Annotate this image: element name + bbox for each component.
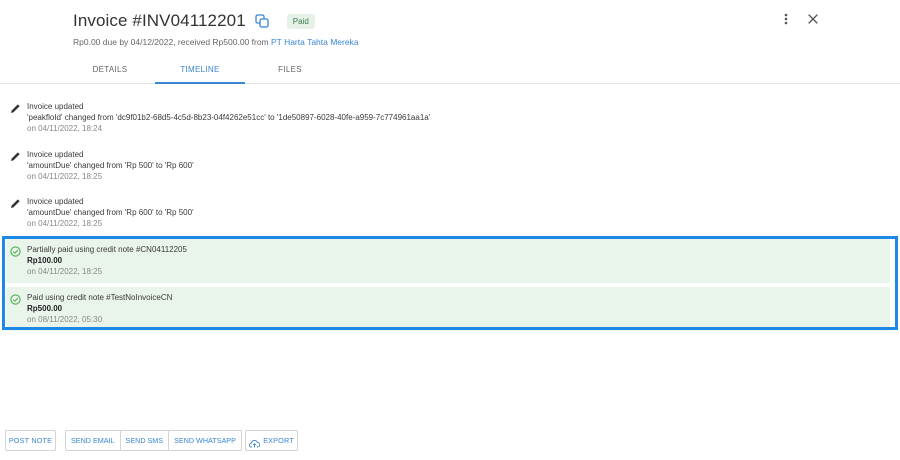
tab-files[interactable]: FILES bbox=[245, 58, 335, 84]
entry-title: Invoice updated bbox=[27, 150, 84, 159]
highlight-frame bbox=[2, 236, 898, 330]
pencil-icon bbox=[10, 149, 21, 161]
post-note-button[interactable]: POST NOTE bbox=[5, 430, 56, 451]
tab-timeline[interactable]: TIMELINE bbox=[155, 58, 245, 84]
copy-icon[interactable] bbox=[255, 14, 269, 28]
tab-details[interactable]: DETAILS bbox=[65, 58, 155, 84]
entry-detail: 'amountDue' changed from 'Rp 500' to 'Rp… bbox=[27, 161, 194, 170]
entry-title: Invoice updated bbox=[27, 197, 84, 206]
timeline-entry: Invoice updated 'amountDue' changed from… bbox=[6, 191, 890, 235]
invoice-header: Invoice #INV04112201 Paid Rp0.00 due by … bbox=[0, 0, 900, 84]
send-button-group: SEND EMAIL SEND SMS SEND WHATSAPP bbox=[65, 430, 242, 451]
more-vertical-icon[interactable] bbox=[779, 12, 793, 26]
export-label: EXPORT bbox=[263, 436, 294, 445]
status-badge: Paid bbox=[286, 13, 315, 29]
timeline-entry: Invoice updated 'amountDue' changed from… bbox=[6, 144, 890, 188]
send-sms-button[interactable]: SEND SMS bbox=[121, 431, 170, 450]
pencil-icon bbox=[10, 196, 21, 208]
invoice-title: Invoice #INV04112201 bbox=[73, 11, 246, 30]
entry-detail: 'peakfloId' changed from 'dc9f01b2-68d5-… bbox=[27, 113, 431, 122]
title-row: Invoice #INV04112201 Paid bbox=[73, 10, 315, 32]
entry-time: on 04/11/2022, 18:25 bbox=[27, 219, 103, 228]
tab-bar: DETAILS TIMELINE FILES bbox=[65, 58, 335, 84]
entry-title: Invoice updated bbox=[27, 102, 84, 111]
pencil-icon bbox=[10, 101, 21, 113]
close-icon[interactable] bbox=[806, 12, 820, 26]
cloud-upload-icon bbox=[249, 436, 261, 448]
send-email-button[interactable]: SEND EMAIL bbox=[66, 431, 121, 450]
summary-text: Rp0.00 due by 04/12/2022, received Rp500… bbox=[73, 37, 271, 47]
export-button[interactable]: EXPORT bbox=[245, 430, 298, 451]
send-whatsapp-button[interactable]: SEND WHATSAPP bbox=[169, 431, 241, 450]
entry-detail: 'amountDue' changed from 'Rp 600' to 'Rp… bbox=[27, 208, 194, 217]
invoice-summary: Rp0.00 due by 04/12/2022, received Rp500… bbox=[73, 37, 359, 47]
customer-link[interactable]: PT Harta Tahta Mereka bbox=[271, 37, 359, 47]
entry-time: on 04/11/2022, 18:25 bbox=[27, 172, 103, 181]
entry-time: on 04/11/2022, 18:24 bbox=[27, 124, 103, 133]
timeline-entry: Invoice updated 'peakfloId' changed from… bbox=[6, 96, 890, 140]
